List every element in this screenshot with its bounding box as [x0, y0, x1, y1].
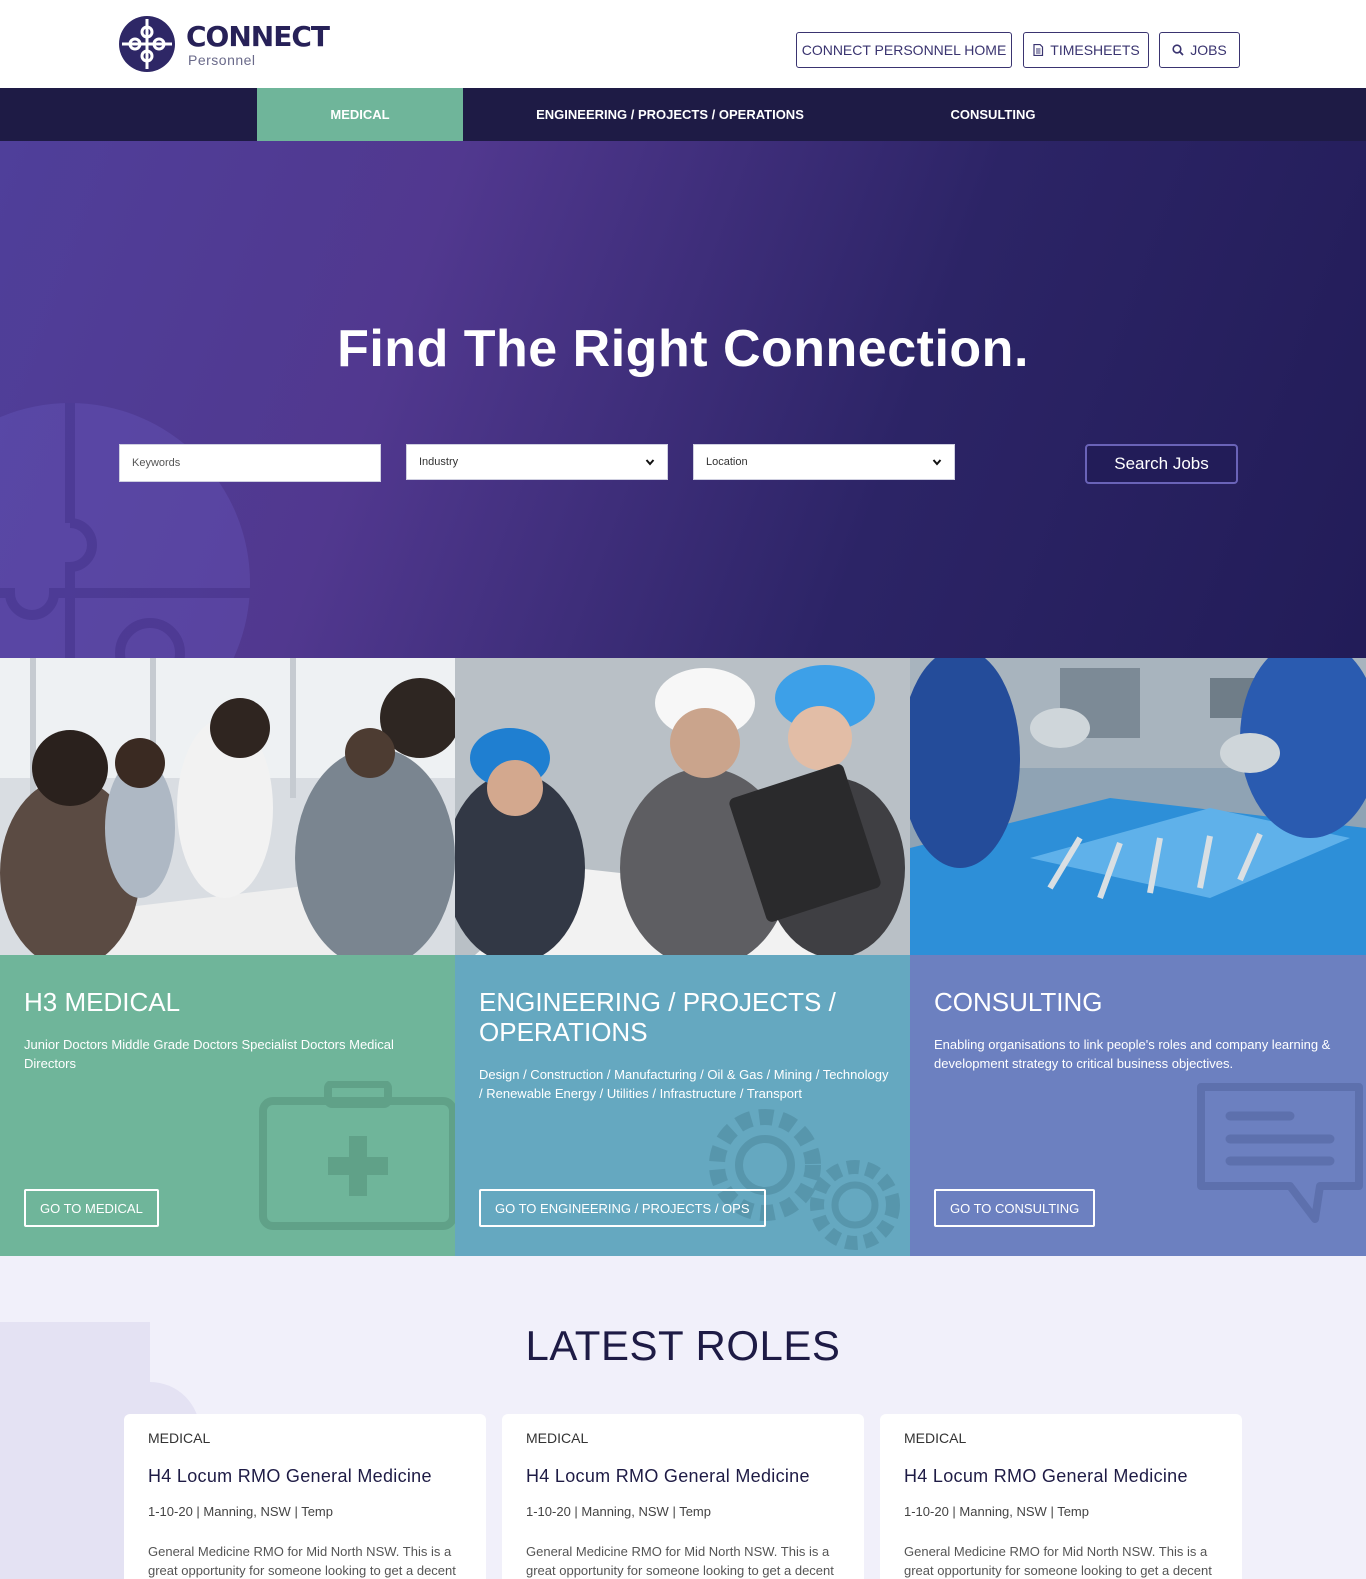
sector-description: Junior Doctors Middle Grade Doctors Spec… — [24, 1037, 394, 1071]
medical-kit-icon — [259, 1081, 455, 1230]
job-category: MEDICAL — [526, 1430, 589, 1446]
job-meta: 1-10-20 | Manning, NSW | Temp — [148, 1504, 333, 1519]
hero-heading: Find The Right Connection. — [337, 320, 1029, 378]
sector-button-label: GO TO ENGINEERING / PROJECTS / OPS — [495, 1200, 750, 1216]
surgery-photo — [910, 658, 1366, 955]
industry-selected-value: Industry — [419, 456, 459, 468]
location-selected-value: Location — [706, 456, 748, 468]
job-category: MEDICAL — [904, 1430, 967, 1446]
go-to-consulting-button[interactable]: GO TO CONSULTING — [934, 1189, 1096, 1227]
brand-name: CONNECT — [186, 20, 330, 53]
nav-item-engineering[interactable]: ENGINEERING / PROJECTS / OPERATIONS — [512, 88, 828, 141]
nav-item-consulting[interactable]: CONSULTING — [923, 88, 1063, 141]
medical-panel: H3 MEDICAL Junior Doctors Middle Grade D… — [0, 955, 455, 1256]
latest-roles-section: LATEST ROLES MEDICAL H4 Locum RMO Genera… — [0, 1256, 1366, 1579]
sector-description: Design / Construction / Manufacturing / … — [479, 1067, 889, 1101]
job-title[interactable]: H4 Locum RMO General Medicine — [148, 1466, 432, 1487]
consulting-panel: CONSULTING Enabling organisations to lin… — [910, 955, 1366, 1256]
sector-button-label: GO TO CONSULTING — [950, 1200, 1080, 1216]
job-card[interactable]: MEDICAL H4 Locum RMO General Medicine 1-… — [502, 1414, 864, 1579]
keywords-input[interactable] — [132, 457, 368, 469]
document-icon — [1033, 44, 1044, 56]
sector-card-engineering: ENGINEERING / PROJECTS / OPERATIONS Desi… — [455, 658, 910, 1256]
search-jobs-label: Search Jobs — [1114, 454, 1209, 473]
sector-title: H3 MEDICAL — [24, 987, 181, 1017]
search-icon — [1172, 44, 1184, 56]
hero-banner: Find The Right Connection. Industry Loca… — [0, 141, 1366, 658]
go-to-medical-button[interactable]: GO TO MEDICAL — [24, 1189, 159, 1227]
job-card[interactable]: MEDICAL H4 Locum RMO General Medicine 1-… — [880, 1414, 1242, 1579]
go-to-engineering-button[interactable]: GO TO ENGINEERING / PROJECTS / OPS — [479, 1189, 766, 1227]
job-description: General Medicine RMO for Mid North NSW. … — [148, 1544, 456, 1578]
connect-personnel-logo[interactable]: CONNECT Personnel — [118, 15, 330, 73]
jobs-button[interactable]: JOBS — [1159, 32, 1240, 68]
engineering-team-photo — [455, 658, 910, 955]
industry-select[interactable]: Industry — [406, 444, 668, 480]
job-title[interactable]: H4 Locum RMO General Medicine — [904, 1466, 1188, 1487]
job-description: General Medicine RMO for Mid North NSW. … — [526, 1544, 834, 1578]
job-category: MEDICAL — [148, 1430, 211, 1446]
job-meta: 1-10-20 | Manning, NSW | Temp — [526, 1504, 711, 1519]
job-description: General Medicine RMO for Mid North NSW. … — [904, 1544, 1212, 1578]
latest-roles-heading: LATEST ROLES — [525, 1322, 841, 1369]
nav-item-label: ENGINEERING / PROJECTS / OPERATIONS — [536, 107, 804, 122]
brand-subtitle: Personnel — [188, 52, 256, 68]
chevron-down-icon — [645, 459, 655, 466]
keywords-field[interactable] — [119, 444, 381, 482]
search-jobs-button[interactable]: Search Jobs — [1085, 444, 1238, 484]
timesheets-button[interactable]: TIMESHEETS — [1023, 32, 1149, 68]
connect-personnel-home-button[interactable]: CONNECT PERSONNEL HOME — [796, 32, 1012, 68]
job-card[interactable]: MEDICAL H4 Locum RMO General Medicine 1-… — [124, 1414, 486, 1579]
speech-bubble-icon — [1197, 1083, 1363, 1223]
sector-card-medical: H3 MEDICAL Junior Doctors Middle Grade D… — [0, 658, 455, 1256]
sector-nav: MEDICAL ENGINEERING / PROJECTS / OPERATI… — [0, 88, 1366, 141]
site-header: CONNECT Personnel CONNECT PERSONNEL HOME… — [0, 0, 1366, 88]
sector-title: CONSULTING — [934, 987, 1103, 1017]
job-title[interactable]: H4 Locum RMO General Medicine — [526, 1466, 810, 1487]
engineering-panel: ENGINEERING / PROJECTS / OPERATIONS Desi… — [455, 955, 910, 1256]
jobs-button-label: JOBS — [1190, 42, 1227, 58]
gears-icon — [709, 1109, 900, 1250]
nav-item-label: CONSULTING — [950, 107, 1036, 122]
sector-button-label: GO TO MEDICAL — [40, 1200, 143, 1216]
job-meta: 1-10-20 | Manning, NSW | Temp — [904, 1504, 1089, 1519]
puzzle-decoration-icon — [0, 403, 250, 658]
nav-item-label: MEDICAL — [330, 107, 390, 122]
puzzle-logo-icon — [119, 16, 175, 72]
sector-card-consulting: CONSULTING Enabling organisations to lin… — [910, 658, 1366, 1256]
timesheets-button-label: TIMESHEETS — [1050, 42, 1140, 58]
nav-item-medical[interactable]: MEDICAL — [257, 88, 463, 141]
location-select[interactable]: Location — [693, 444, 955, 480]
chevron-down-icon — [932, 459, 942, 466]
home-button-label: CONNECT PERSONNEL HOME — [801, 42, 1007, 58]
sector-title: ENGINEERING / PROJECTS / OPERATIONS — [479, 987, 836, 1047]
medical-meeting-photo — [0, 658, 455, 955]
sector-description: Enabling organisations to link people's … — [934, 1037, 1331, 1071]
